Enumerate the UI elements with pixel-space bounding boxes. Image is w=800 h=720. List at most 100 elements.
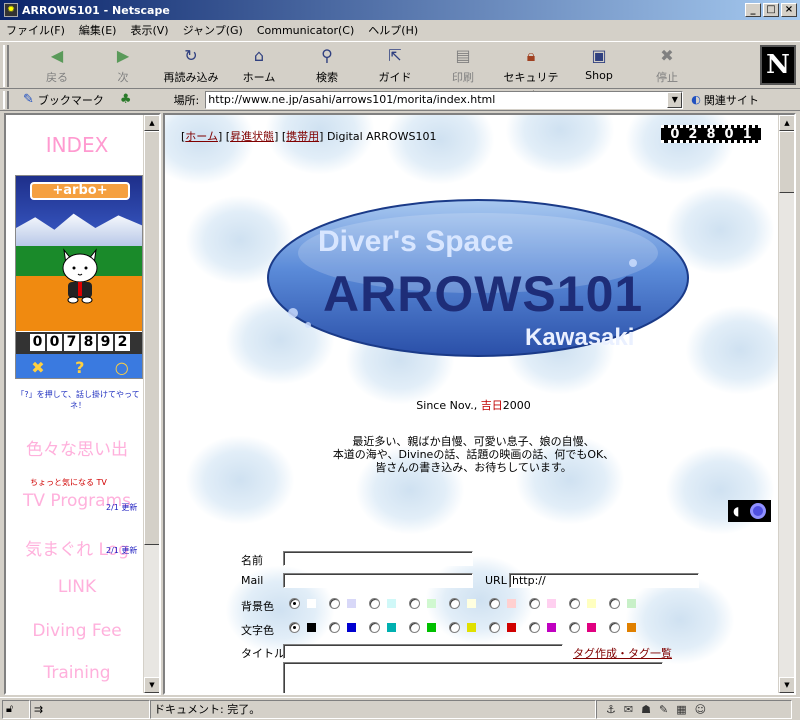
update-note-1: 2/1 更新 (106, 503, 138, 512)
scroll-down-button[interactable]: ▼ (144, 677, 159, 693)
nav-status-link[interactable]: 昇進状態 (230, 130, 274, 143)
text-color-radio-2[interactable] (369, 622, 380, 633)
intro-message: 最近多い、親ばか自慢、可愛い息子、娘の自慢、 本道の海や、Divineの話、話題… (332, 435, 615, 474)
home-button[interactable]: ⌂ ホーム (228, 46, 290, 86)
title-label: タイトル (241, 647, 285, 660)
badge-line-3: Kawasaki (525, 324, 634, 351)
link-memories[interactable]: 色々な思い出 (6, 435, 148, 460)
name-label: 名前 (241, 554, 263, 567)
bg-color-radio-7[interactable] (569, 598, 580, 609)
forward-button[interactable]: ▶ 次 (92, 46, 154, 86)
url-dropdown-button[interactable]: ▼ (667, 91, 683, 108)
bookmark-icon[interactable]: ✎ (23, 92, 34, 107)
bookmark-button[interactable]: ブックマーク (38, 92, 104, 108)
menu-help[interactable]: ヘルプ(H) (368, 22, 418, 38)
aim-icon[interactable]: ☺ (695, 703, 706, 716)
main-frame: [ホーム] [昇進状態] [携帯用] Digital ARROWS101 0 2… (163, 113, 796, 695)
tarbo-talk-button[interactable]: ? (75, 358, 84, 377)
minimize-button[interactable]: _ (745, 3, 761, 17)
menu-file[interactable]: ファイル(F) (6, 22, 65, 38)
security-button[interactable]: 🔒︎セキュリティ (500, 46, 562, 100)
tarbo-logo: +arbo+ (30, 182, 130, 200)
location-bar-grip[interactable] (3, 90, 9, 109)
title-input[interactable] (283, 644, 563, 659)
bg-color-radio-5[interactable] (489, 598, 500, 609)
print-button[interactable]: ▤ 印刷 (432, 46, 494, 86)
toolbar-grip[interactable] (3, 45, 9, 87)
menu-edit[interactable]: 編集(E) (79, 22, 117, 38)
text-color-radio-8[interactable] (609, 622, 620, 633)
mail-icon[interactable]: ✉ (624, 703, 633, 716)
navigator-icon[interactable]: ⚓ (606, 703, 616, 716)
netscape-app-icon: ✹ (4, 3, 18, 17)
nav-home-link[interactable]: ホーム (185, 130, 218, 143)
tarbo-buttons: ✖ ? ○ (16, 354, 142, 378)
text-color-radio-6[interactable] (529, 622, 540, 633)
text-color-radio-5[interactable] (489, 622, 500, 633)
url-input[interactable]: http://www.ne.jp/asahi/arrows101/morita/… (205, 90, 684, 109)
bg-color-swatch-4 (467, 599, 476, 608)
related-sites-button[interactable]: ◐ 関連サイト (691, 92, 759, 108)
guide-button[interactable]: ⇱ ガイド (364, 46, 426, 86)
mail-input[interactable] (283, 573, 473, 588)
back-button[interactable]: ◀ 戻る (26, 46, 88, 86)
main-frame-scrollbar[interactable]: ▲ ▼ (778, 115, 794, 693)
bg-color-radio-8[interactable] (609, 598, 620, 609)
scroll-down-button[interactable]: ▼ (779, 677, 794, 693)
link-training[interactable]: Training (6, 663, 148, 683)
mini-badge-icon[interactable]: ◖ (728, 500, 771, 522)
tag-list-link[interactable]: タグ作成・タグ一覧 (573, 645, 672, 661)
text-color-swatch-5 (507, 623, 516, 632)
scroll-up-button[interactable]: ▲ (779, 115, 794, 131)
bg-color-radio-2[interactable] (369, 598, 380, 609)
bg-color-radio-4[interactable] (449, 598, 460, 609)
name-input[interactable] (283, 551, 473, 566)
groups-icon[interactable]: ☗ (641, 703, 651, 716)
left-frame-scrollbar[interactable]: ▲ ▼ (143, 115, 159, 693)
text-color-label: 文字色 (241, 624, 274, 637)
calendar-icon[interactable]: ▦ (676, 703, 686, 716)
text-color-radio-4[interactable] (449, 622, 460, 633)
bg-color-radio-0[interactable] (289, 598, 300, 609)
tarbo-ok-button[interactable]: ○ (115, 358, 129, 377)
menu-go[interactable]: ジャンプ(G) (183, 22, 243, 38)
title-bar[interactable]: ✹ ARROWS101 - Netscape _ □ × (0, 0, 800, 20)
shop-button[interactable]: ▣ Shop (568, 46, 630, 86)
search-button[interactable]: ⚲ 検索 (296, 46, 358, 86)
bg-color-swatch-5 (507, 599, 516, 608)
guide-icon: ⇱ (388, 46, 402, 65)
scroll-thumb[interactable] (144, 131, 159, 545)
text-color-swatch-0 (307, 623, 316, 632)
security-status-icon[interactable]: 🔓︎ (2, 699, 30, 719)
reload-icon: ↻ (184, 46, 198, 65)
bg-color-radio-1[interactable] (329, 598, 340, 609)
tv-note: ちょっと気になる TV (30, 478, 107, 487)
stop-button[interactable]: ✖ 停止 (636, 46, 698, 86)
connection-status-icon: ⇉ (30, 699, 150, 719)
text-color-radio-0[interactable] (289, 622, 300, 633)
menu-view[interactable]: 表示(V) (130, 22, 168, 38)
tarbo-close-button[interactable]: ✖ (31, 358, 44, 377)
netscape-logo[interactable]: N (760, 45, 796, 85)
page-proxy-icon[interactable]: ♣ (120, 92, 132, 107)
url-field[interactable]: http:// (509, 573, 699, 588)
link-link[interactable]: LINK (6, 577, 148, 597)
message-textarea[interactable] (283, 662, 663, 693)
bg-color-radio-3[interactable] (409, 598, 420, 609)
maximize-button[interactable]: □ (763, 3, 779, 17)
scroll-thumb[interactable] (779, 131, 794, 193)
related-sites-label: 関連サイト (703, 93, 759, 107)
text-color-radio-7[interactable] (569, 622, 580, 633)
link-diving-fee[interactable]: Diving Fee (6, 621, 148, 641)
since-text: Since Nov., 吉日2000 (416, 399, 531, 412)
text-color-radio-3[interactable] (409, 622, 420, 633)
bg-color-radio-6[interactable] (529, 598, 540, 609)
composer-icon[interactable]: ✎ (659, 703, 668, 716)
menu-communicator[interactable]: Communicator(C) (257, 24, 354, 37)
text-color-radio-1[interactable] (329, 622, 340, 633)
close-button[interactable]: × (781, 3, 797, 17)
forward-arrow-icon: ▶ (116, 46, 130, 65)
nav-mobile-link[interactable]: 携帯用 (286, 130, 319, 143)
reload-button[interactable]: ↻ 再読み込み (160, 46, 222, 86)
scroll-up-button[interactable]: ▲ (144, 115, 159, 131)
